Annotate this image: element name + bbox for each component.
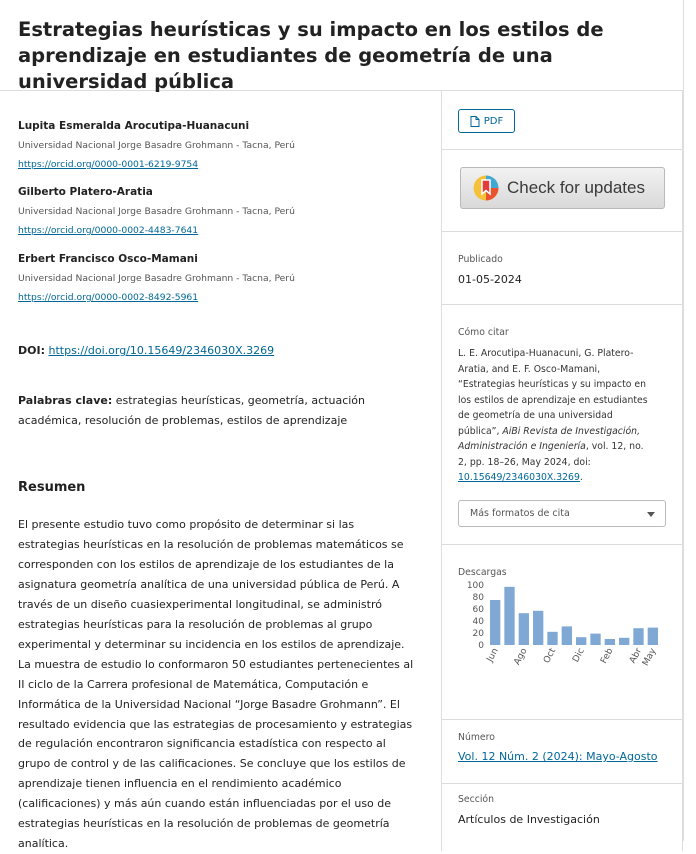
abstract-text: El presente estudio tuvo como propósito … [18,518,414,851]
cite-label: Cómo citar [458,327,509,338]
keywords-label: Palabras clave: [18,394,113,407]
y-tick-label: 40 [473,617,485,627]
author-entry: Lupita Esmeralda Arocutipa-Huanacuni Uni… [18,119,418,171]
author-orcid-link[interactable]: https://orcid.org/0000-0002-4483-7641 [18,225,198,237]
page-frame-line [683,0,684,841]
y-tick-label: 20 [473,629,485,639]
downloads-bar [590,633,601,645]
chevron-down-icon [647,512,655,517]
author-orcid-link[interactable]: https://orcid.org/0000-0002-8492-5961 [18,292,198,304]
downloads-chart: 020406080100Jun Ago Oct Dic Feb AbrMay [467,581,659,668]
citation-doi-link[interactable]: 10.15649/2346030X.3269 [458,472,580,483]
check-for-updates-button[interactable]: Check for updates [460,167,665,209]
pdf-button-label: PDF [483,115,504,127]
author-name: Gilberto Platero-Aratia [18,186,153,198]
author-entry: Gilberto Platero-Aratia Universidad Naci… [18,185,418,237]
downloads-bar [561,626,572,645]
downloads-bar [504,586,515,645]
x-tick-label: Feb [599,646,615,665]
doi-label: DOI: [18,344,45,357]
article-header: Estrategias heurísticas y su impacto en … [0,0,683,93]
doi-section: DOI: https://doi.org/10.15649/2346030X.3… [18,344,274,358]
downloads-bar [604,639,615,645]
issue-block: Número Vol. 12 Núm. 2 (2024): Mayo-Agost… [442,720,682,784]
downloads-label: Descargas [458,567,507,578]
downloads-bar [576,637,587,645]
cite-formats-dropdown[interactable]: Más formatos de cita [458,500,666,527]
author-affiliation: Universidad Nacional Jorge Basadre Grohm… [18,273,295,284]
pdf-button[interactable]: PDF [458,109,515,133]
downloads-bar [633,628,644,645]
cite-formats-label: Más formatos de cita [470,508,570,519]
downloads-bar [490,600,501,645]
section-block: Sección Artículos de Investigación [442,784,682,854]
x-tick-label: Jun [485,647,501,665]
downloads-bar [547,631,558,645]
citation-block: Cómo citar L. E. Arocutipa-Huanacuni, G.… [442,305,682,545]
crossmark-icon [473,175,499,201]
citation-authors: L. E. Arocutipa-Huanacuni, G. Platero-Ar… [458,348,648,437]
author-name: Erbert Francisco Osco-Mamani [18,253,198,265]
galley-block: PDF [442,91,682,150]
downloads-bar [619,637,630,645]
y-tick-label: 100 [467,581,484,591]
citation-text: L. E. Arocutipa-Huanacuni, G. Platero-Ar… [458,346,650,486]
x-tick-label: Dic [571,647,587,664]
check-for-updates-label: Check for updates [507,178,645,197]
section-label: Sección [458,794,495,805]
section-value: Artículos de Investigación [458,813,600,826]
y-tick-label: 80 [473,593,485,603]
published-label: Publicado [458,254,503,265]
downloads-bar [533,610,544,645]
x-tick-label: May [641,646,659,668]
keywords-section: Palabras clave: estrategias heurísticas,… [18,391,413,431]
downloads-bar [647,627,658,645]
author-name: Lupita Esmeralda Arocutipa-Huanacuni [18,120,250,132]
crossmark-block: Check for updates [442,150,682,232]
published-block: Publicado 01-05-2024 [442,232,682,305]
x-tick-label: Oct [542,646,558,665]
author-affiliation: Universidad Nacional Jorge Basadre Grohm… [18,206,295,217]
downloads-bar [518,613,529,645]
issue-link[interactable]: Vol. 12 Núm. 2 (2024): Mayo-Agosto [458,750,658,763]
citation-end: . [579,472,583,483]
issue-label: Número [458,732,495,743]
published-date: 01-05-2024 [458,273,522,286]
page-title: Estrategias heurísticas y su impacto en … [18,18,604,93]
x-tick-label: Ago [512,646,529,666]
author-affiliation: Universidad Nacional Jorge Basadre Grohm… [18,140,295,151]
doi-link[interactable]: https://doi.org/10.15649/2346030X.3269 [48,344,274,357]
abstract-heading: Resumen [18,480,86,495]
author-entry: Erbert Francisco Osco-Mamani Universidad… [18,252,418,304]
author-orcid-link[interactable]: https://orcid.org/0000-0001-6219-9754 [18,159,198,171]
y-tick-label: 60 [473,605,485,615]
file-icon [470,115,480,127]
downloads-block: Descargas 0 20 40 60 80 100 Jun Ago Oct Dic Feb Abr… [442,545,682,720]
y-tick-label: 0 [478,641,484,651]
article-sidebar: PDF Check for updates Publicado 01-05-20… [441,91,683,851]
